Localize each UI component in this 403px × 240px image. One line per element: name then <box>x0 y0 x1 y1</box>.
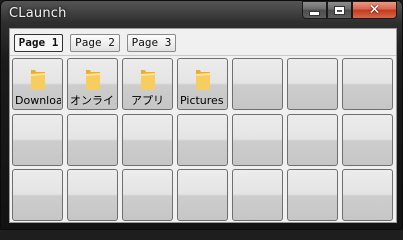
launcher-slot-empty[interactable] <box>342 114 393 166</box>
launcher-item-apps[interactable]: アプリ <box>122 58 173 110</box>
close-icon: ✕ <box>368 2 381 18</box>
maximize-icon <box>334 5 345 15</box>
maximize-button[interactable] <box>327 1 352 19</box>
launcher-slot-empty[interactable] <box>232 114 283 166</box>
tab-page-1[interactable]: Page 1 <box>14 34 63 52</box>
launcher-item-label: アプリ <box>131 94 164 107</box>
launcher-grid: Downloa オンライン アプリ <box>12 58 396 222</box>
close-button[interactable]: ✕ <box>352 1 397 19</box>
launcher-item-label: Downloa <box>15 94 61 107</box>
launcher-slot-empty[interactable] <box>342 58 393 110</box>
launcher-slot-empty[interactable] <box>122 169 173 221</box>
launcher-item-online[interactable]: オンライン <box>67 58 118 110</box>
launcher-slot-empty[interactable] <box>342 169 393 221</box>
launcher-slot-empty[interactable] <box>232 169 283 221</box>
launcher-slot-empty[interactable] <box>177 114 228 166</box>
folder-icon <box>141 70 155 90</box>
launcher-slot-empty[interactable] <box>122 114 173 166</box>
app-window: CLaunch ✕ Page 1 Page 2 Page 3 Downloa オ… <box>0 0 403 230</box>
page-tab-bar: Page 1 Page 2 Page 3 <box>10 29 396 56</box>
tab-page-2[interactable]: Page 2 <box>70 34 120 52</box>
launcher-slot-empty[interactable] <box>287 58 338 110</box>
minimize-icon <box>309 10 320 16</box>
launcher-slot-empty[interactable] <box>67 114 118 166</box>
window-title: CLaunch <box>9 6 67 21</box>
folder-icon <box>31 70 45 90</box>
launcher-item-pictures[interactable]: Pictures <box>177 58 228 110</box>
folder-icon <box>196 70 210 90</box>
minimize-button[interactable] <box>302 1 327 19</box>
launcher-slot-empty[interactable] <box>232 58 283 110</box>
folder-icon <box>86 70 100 90</box>
launcher-item-downloads[interactable]: Downloa <box>12 58 63 110</box>
launcher-item-label: オンライン <box>70 94 116 107</box>
launcher-slot-empty[interactable] <box>177 169 228 221</box>
launcher-slot-empty[interactable] <box>67 169 118 221</box>
launcher-panel: Page 1 Page 2 Page 3 Downloa オンライ アプリ Pi… <box>9 28 397 223</box>
window-controls: ✕ <box>302 1 397 20</box>
launcher-slot-empty[interactable] <box>287 169 338 221</box>
launcher-slot-empty[interactable] <box>287 114 338 166</box>
launcher-slot-empty[interactable] <box>12 114 63 166</box>
launcher-slot-empty[interactable] <box>12 169 63 221</box>
launcher-item-label: Pictures <box>180 94 224 107</box>
tab-page-3[interactable]: Page 3 <box>127 34 176 52</box>
